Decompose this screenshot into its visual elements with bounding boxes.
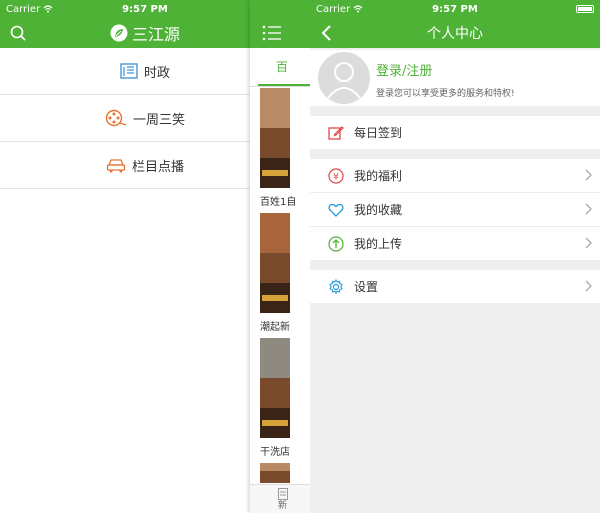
chevron-right-icon <box>585 169 592 181</box>
app-title: 三江源 <box>131 25 180 44</box>
video-caption[interactable]: 潮起新 <box>260 318 290 333</box>
row-label: 我的收藏 <box>354 203 403 217</box>
avatar[interactable] <box>318 52 370 104</box>
menu-item-on-demand[interactable]: 栏目点播 <box>0 142 290 189</box>
upload-circle-icon <box>328 235 344 252</box>
video-thumbnail[interactable] <box>260 463 290 483</box>
pencil-edit-icon <box>328 125 344 140</box>
chevron-right-icon <box>585 280 592 292</box>
row-label: 我的福利 <box>354 169 403 183</box>
my-uploads-row[interactable]: 我的上传 <box>310 227 600 260</box>
account-group: ¥ 我的福利 我的收藏 我的上传 <box>310 159 600 260</box>
home-screen: Carrier 9:57 PM 三江源 时政 一周三笑 栏目点播 <box>0 0 290 513</box>
newspaper-icon <box>120 63 138 79</box>
settings-row[interactable]: 设置 <box>310 270 600 303</box>
personal-center-screen: Carrier 9:57 PM 个人中心 登录/注册 登录您可以享受更多的服务和… <box>310 0 600 513</box>
news-tab-label[interactable]: 新 <box>278 498 287 511</box>
row-label: 每日签到 <box>354 126 403 140</box>
status-bar: Carrier 9:57 PM <box>0 0 290 18</box>
category-tabs: 百 <box>250 48 310 87</box>
chevron-right-icon <box>585 203 592 215</box>
menu-item-politics[interactable]: 时政 <box>0 48 290 95</box>
battery-icon <box>576 5 594 13</box>
checkin-group: 每日签到 <box>310 116 600 149</box>
row-label: 我的上传 <box>354 237 403 251</box>
car-icon <box>106 159 126 173</box>
row-label: 设置 <box>354 280 379 294</box>
menu-item-label: 时政 <box>143 65 170 81</box>
back-icon[interactable] <box>320 24 332 42</box>
yen-circle-icon: ¥ <box>328 167 344 184</box>
status-bar: Carrier 9:57 PM <box>310 0 600 18</box>
user-placeholder-icon <box>327 62 361 99</box>
list-navbar <box>250 18 310 48</box>
login-subtitle: 登录您可以享受更多的服务和特权! <box>376 89 515 99</box>
video-caption[interactable]: 干洗店 <box>260 443 290 458</box>
personal-navbar: 个人中心 <box>310 18 600 48</box>
film-reel-icon <box>105 109 127 127</box>
status-bar <box>250 0 310 18</box>
status-time: 9:57 PM <box>122 3 168 15</box>
leaf-logo-icon <box>110 24 128 42</box>
app-brand: 三江源 <box>110 21 180 45</box>
tab-active[interactable]: 百 <box>276 58 288 75</box>
heart-icon <box>328 203 344 217</box>
video-thumbnail[interactable] <box>260 338 290 438</box>
my-favorites-row[interactable]: 我的收藏 <box>310 193 600 227</box>
daily-checkin-row[interactable]: 每日签到 <box>310 116 600 149</box>
my-benefits-row[interactable]: ¥ 我的福利 <box>310 159 600 193</box>
menu-item-label: 一周三笑 <box>132 112 185 128</box>
bottom-tab-bar: 新 <box>250 484 310 513</box>
status-time: 9:57 PM <box>432 3 478 15</box>
home-navbar: 三江源 <box>0 18 290 48</box>
tab-indicator <box>258 84 310 86</box>
video-thumbnail[interactable] <box>260 88 290 188</box>
menu-item-label: 栏目点播 <box>131 159 184 175</box>
page-title: 个人中心 <box>427 26 483 42</box>
gear-icon <box>329 278 343 294</box>
settings-group: 设置 <box>310 270 600 303</box>
menu-item-weekly-laughs[interactable]: 一周三笑 <box>0 95 290 142</box>
list-menu-icon[interactable] <box>262 25 282 41</box>
search-icon[interactable] <box>10 25 26 41</box>
chevron-right-icon <box>585 237 592 249</box>
svg-text:¥: ¥ <box>333 172 339 182</box>
video-list-screen: 百 百姓1自 潮起新 干洗店 新 <box>250 0 310 513</box>
login-register-link[interactable]: 登录/注册 <box>376 60 432 79</box>
video-caption[interactable]: 百姓1自 <box>260 193 296 208</box>
profile-section[interactable]: 登录/注册 登录您可以享受更多的服务和特权! <box>310 50 600 106</box>
video-thumbnail[interactable] <box>260 213 290 313</box>
